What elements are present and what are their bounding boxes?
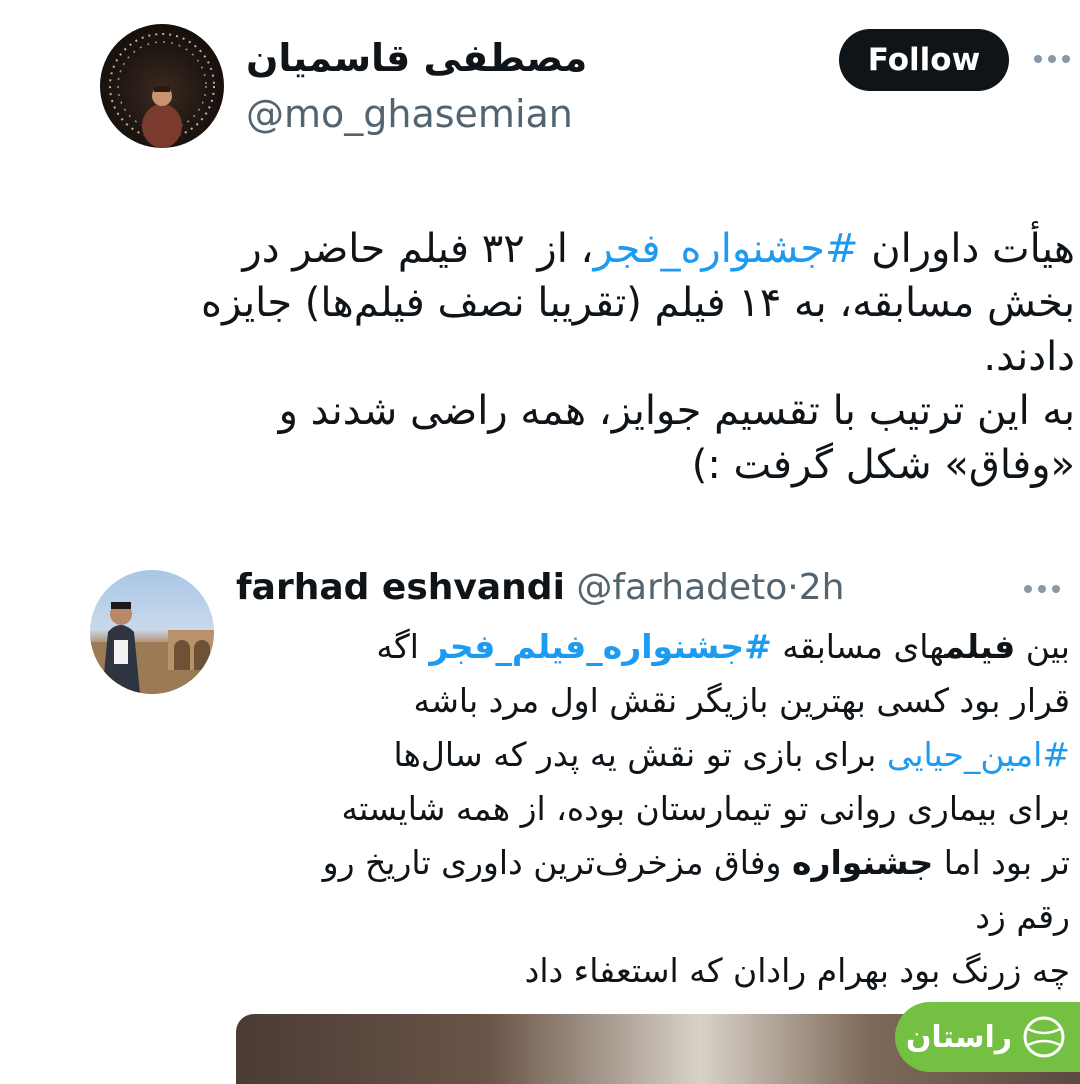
tennis-ball-icon bbox=[1023, 1016, 1065, 1058]
quoted-author-name[interactable]: farhad eshvandi bbox=[236, 567, 565, 608]
watermark-text: راستان bbox=[905, 1019, 1012, 1055]
avatar-photo bbox=[109, 33, 215, 148]
quoted-line: برای بیماری روانی تو تیمارستان بوده، از … bbox=[341, 789, 1070, 828]
tweet-line: بخش مسابقه، به ۱۴ فیلم (تقریبا نصف فیلم‌… bbox=[201, 280, 1075, 326]
bold-text: فیلم bbox=[944, 627, 1016, 666]
quoted-line: بین فیلمهای مسابقه #جشنواره_فیلم_فجر اگه bbox=[232, 620, 1070, 674]
avatar-photo bbox=[90, 602, 214, 694]
tweet-line: هیأت داوران #جشنواره_فجر، از ۳۲ فیلم حاض… bbox=[120, 222, 1075, 276]
more-options-icon[interactable] bbox=[1032, 44, 1072, 74]
text-segment: برای بازی تو نقش یه پدر که سال‌ها bbox=[393, 735, 887, 774]
hashtag-link[interactable]: #جشنواره_فیلم_فجر bbox=[429, 627, 771, 666]
text-segment: وفاق مزخرف‌ترین داوری تاریخ رو bbox=[322, 843, 792, 882]
tweet-text-segment: ، از ۳۲ فیلم حاضر در bbox=[242, 226, 594, 272]
separator-dot: · bbox=[787, 567, 799, 608]
quoted-line: قرار بود کسی بهترین بازیگر نقش اول مرد ب… bbox=[413, 681, 1070, 720]
hashtag-link[interactable]: #امین_حیایی bbox=[887, 735, 1070, 774]
quoted-author-avatar[interactable] bbox=[90, 570, 214, 694]
author-avatar[interactable] bbox=[100, 24, 224, 148]
quoted-author-handle[interactable]: @farhadeto bbox=[576, 567, 787, 608]
follow-button[interactable]: Follow bbox=[839, 29, 1009, 91]
quoted-line: تر بود اما جشنواره وفاق مزخرف‌ترین داوری… bbox=[232, 836, 1070, 890]
quoted-tweet-body: بین فیلمهای مسابقه #جشنواره_فیلم_فجر اگه… bbox=[232, 620, 1070, 998]
watermark-badge: راستان bbox=[895, 1002, 1080, 1072]
quoted-line: #امین_حیایی برای بازی تو نقش یه پدر که س… bbox=[232, 728, 1070, 782]
tweet-body: هیأت داوران #جشنواره_فجر، از ۳۲ فیلم حاض… bbox=[120, 222, 1075, 492]
tweet-line: «وفاق» شکل گرفت :) bbox=[691, 442, 1075, 488]
text-segment: های مسابقه bbox=[771, 627, 945, 666]
author-handle[interactable]: @mo_ghasemian bbox=[246, 92, 573, 136]
tweet-text-segment: هیأت داوران bbox=[858, 226, 1075, 272]
text-segment: تر بود اما bbox=[933, 843, 1070, 882]
quoted-line: چه زرنگ بود بهرام رادان که استعفاء داد bbox=[524, 951, 1070, 990]
author-name[interactable]: مصطفی قاسمیان bbox=[246, 36, 587, 80]
text-segment: اگه bbox=[376, 627, 430, 666]
tweet-line: به این ترتیب با تقسیم جوایز، همه راضی شد… bbox=[278, 388, 1075, 434]
tweet-timestamp[interactable]: 2h bbox=[799, 567, 845, 608]
text-segment: بین bbox=[1015, 627, 1070, 666]
bold-text: جشنواره bbox=[791, 843, 934, 882]
tweet-line: دادند. bbox=[983, 334, 1075, 380]
hashtag-link[interactable]: #جشنواره_فجر bbox=[593, 226, 858, 272]
quoted-line: رقم زد bbox=[975, 897, 1070, 936]
more-options-icon[interactable] bbox=[1022, 574, 1062, 604]
quoted-tweet-header: farhad eshvandi @farhadeto·2h bbox=[236, 567, 844, 608]
